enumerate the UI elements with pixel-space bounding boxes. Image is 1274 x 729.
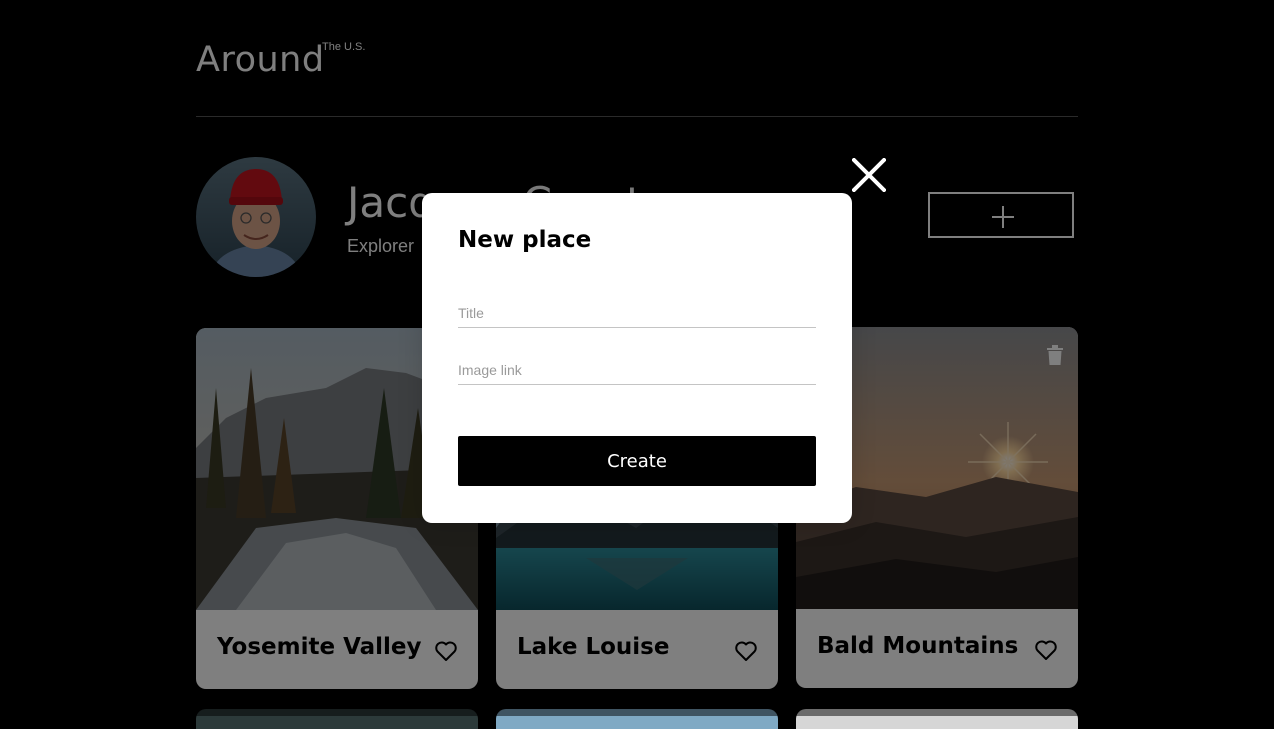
create-button[interactable]: Create [458, 436, 816, 486]
new-place-modal: New place Create [422, 193, 852, 523]
close-icon[interactable] [851, 157, 887, 193]
image-link-input[interactable] [458, 356, 816, 385]
title-input[interactable] [458, 299, 816, 328]
modal-title: New place [458, 227, 592, 253]
